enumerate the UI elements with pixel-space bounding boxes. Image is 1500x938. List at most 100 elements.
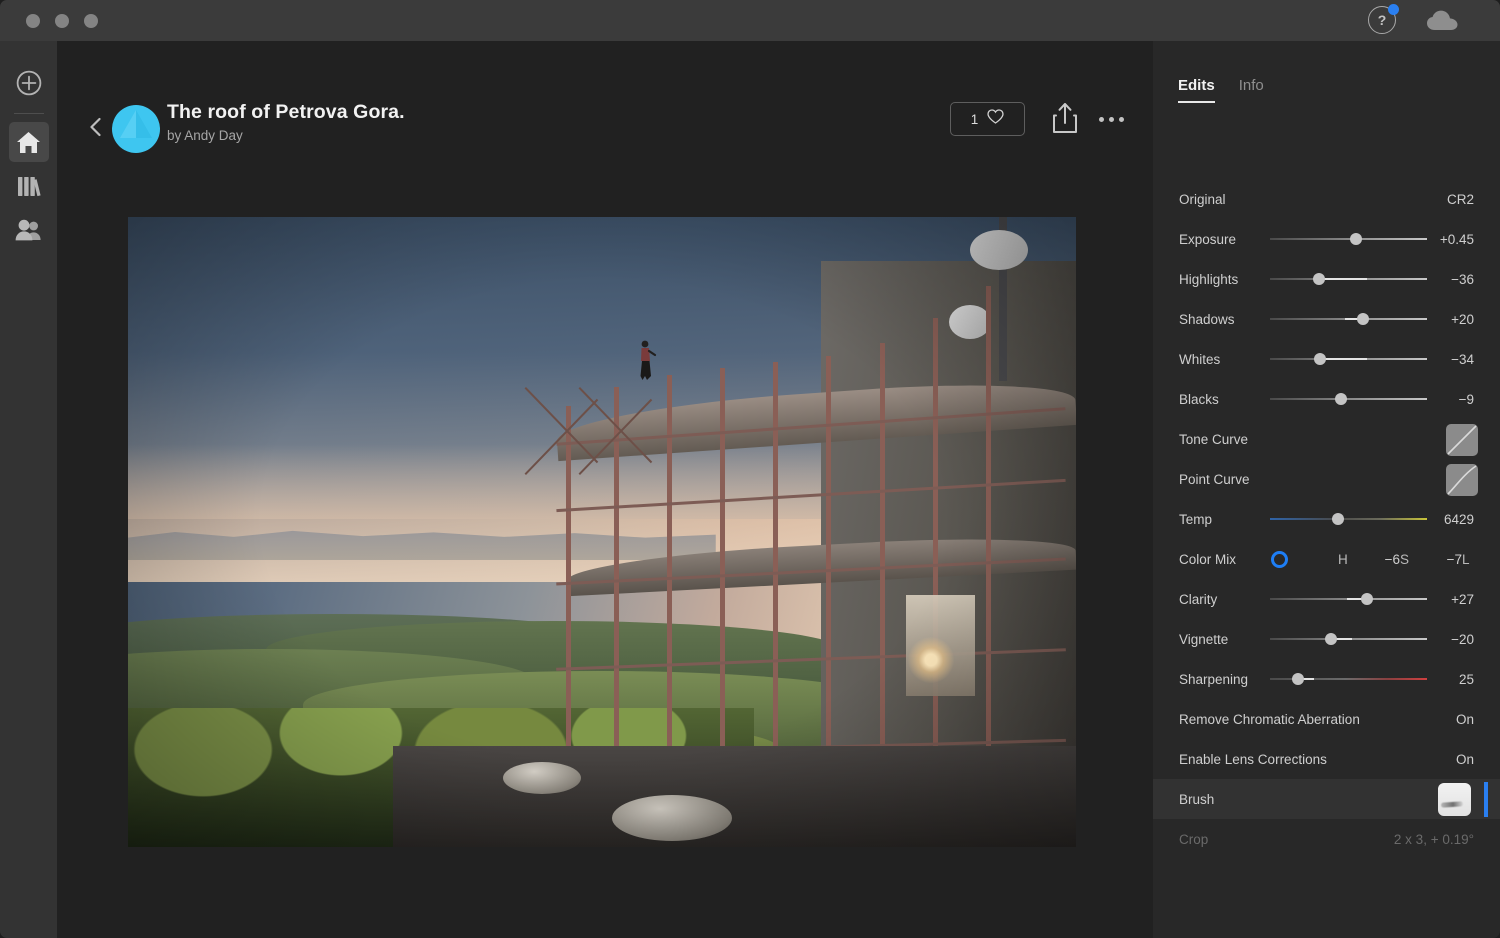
edit-row-shadows[interactable]: Shadows+20 <box>1153 299 1500 339</box>
edit-slider[interactable] <box>1270 632 1427 646</box>
close-button[interactable] <box>26 14 40 28</box>
roof-vent-1 <box>503 762 581 794</box>
edit-row-label: Clarity <box>1179 592 1217 607</box>
heart-icon <box>987 109 1004 129</box>
minimize-button[interactable] <box>55 14 69 28</box>
slider-track <box>1270 398 1427 400</box>
slider-thumb[interactable] <box>1350 233 1362 245</box>
hsl-values: H−6S−7L+10 <box>1338 552 1500 567</box>
brush-stroke-preview <box>1441 801 1463 808</box>
edit-row-value: 6429 <box>1444 512 1474 527</box>
person-silhouette <box>635 340 657 386</box>
plus-circle-icon <box>16 70 42 96</box>
edit-row-brush[interactable]: Brush <box>1153 779 1500 819</box>
edit-row-value: +0.45 <box>1440 232 1474 247</box>
edit-row-original[interactable]: Original CR2 <box>1153 179 1500 219</box>
edit-row-temp[interactable]: Temp6429 <box>1153 499 1500 539</box>
slider-track <box>1270 518 1427 520</box>
edit-row-point-curve[interactable]: Point Curve <box>1153 459 1500 499</box>
edit-slider[interactable] <box>1270 592 1427 606</box>
edit-row-value: 2 x 3, + 0.19° <box>1394 832 1474 847</box>
slider-thumb[interactable] <box>1313 273 1325 285</box>
slider-thumb[interactable] <box>1332 513 1344 525</box>
edit-slider[interactable] <box>1270 352 1427 366</box>
window-controls <box>26 14 98 28</box>
notification-dot <box>1388 4 1399 15</box>
slider-thumb[interactable] <box>1325 633 1337 645</box>
slider-thumb[interactable] <box>1361 593 1373 605</box>
hsl-value: −6 <box>1364 552 1400 567</box>
edit-row-color-mix[interactable]: Color MixH−6S−7L+10 <box>1153 539 1500 579</box>
edit-rows: OriginalCR2Exposure+0.45Highlights−36Sha… <box>1153 179 1500 859</box>
edit-row-label: Shadows <box>1179 312 1235 327</box>
edit-row-label: Point Curve <box>1179 472 1250 487</box>
edit-row-label: Brush <box>1179 792 1214 807</box>
edit-row-sharpening[interactable]: Sharpening25 <box>1153 659 1500 699</box>
point-curve-thumbnail[interactable] <box>1446 464 1478 496</box>
home-icon <box>16 131 41 154</box>
edit-slider[interactable] <box>1270 392 1427 406</box>
edit-slider[interactable] <box>1270 512 1427 526</box>
titlebar-actions: ? <box>1368 6 1460 36</box>
tone-curve-thumbnail[interactable] <box>1446 424 1478 456</box>
edit-row-remove-chromatic-aberration[interactable]: Remove Chromatic AberrationOn <box>1153 699 1500 739</box>
edit-row-crop[interactable]: Crop2 x 3, + 0.19° <box>1153 819 1500 859</box>
curve-glyph <box>1446 464 1478 496</box>
edit-row-value: −20 <box>1451 632 1474 647</box>
edit-panel: Edits Info Original CR2 Exposure +0.45 Highl… <box>1153 41 1500 938</box>
help-button[interactable]: ? <box>1368 6 1398 36</box>
tab-edits[interactable]: Edits <box>1178 77 1215 103</box>
sidebar-item-add-photos[interactable] <box>9 63 49 103</box>
photo-canvas[interactable] <box>128 217 1076 847</box>
edit-row-label: Whites <box>1179 352 1220 367</box>
selected-indicator <box>1484 782 1488 817</box>
more-options-button[interactable] <box>1099 117 1124 122</box>
people-icon <box>15 219 42 241</box>
edit-row-highlights[interactable]: Highlights−36 <box>1153 259 1500 299</box>
edit-slider[interactable] <box>1270 672 1427 686</box>
edit-row-label: Tone Curve <box>1179 432 1248 447</box>
edit-slider[interactable] <box>1270 232 1427 246</box>
edit-row-value: CR2 <box>1447 192 1474 207</box>
brush-thumbnail[interactable] <box>1438 783 1471 816</box>
back-button[interactable] <box>85 116 107 138</box>
more-dot-3 <box>1119 117 1124 122</box>
rooftop-floor <box>393 746 1076 847</box>
rail-divider <box>14 113 44 114</box>
photo-author: by Andy Day <box>167 128 243 143</box>
edit-slider[interactable] <box>1270 272 1427 286</box>
edit-row-whites[interactable]: Whites−34 <box>1153 339 1500 379</box>
hsl-key: S <box>1400 552 1426 567</box>
edit-slider[interactable] <box>1270 312 1427 326</box>
photo-header: The roof of Petrova Gora. by Andy Day 1 <box>57 41 1153 146</box>
sun-flare <box>908 637 954 683</box>
slider-thumb[interactable] <box>1335 393 1347 405</box>
author-avatar[interactable] <box>112 105 160 153</box>
color-mix-swatch[interactable] <box>1271 551 1288 568</box>
edit-row-label: Blacks <box>1179 392 1219 407</box>
slider-track <box>1270 238 1427 240</box>
like-button[interactable]: 1 <box>950 102 1025 136</box>
slider-thumb[interactable] <box>1314 353 1326 365</box>
edit-row-exposure[interactable]: Exposure +0.45 <box>1153 219 1500 259</box>
maximize-button[interactable] <box>84 14 98 28</box>
cloud-sync-icon[interactable] <box>1426 10 1460 32</box>
more-dot-2 <box>1109 117 1114 122</box>
tab-info[interactable]: Info <box>1239 77 1264 103</box>
sidebar-item-shared[interactable] <box>9 210 49 250</box>
edit-row-enable-lens-corrections[interactable]: Enable Lens CorrectionsOn <box>1153 739 1500 779</box>
slider-thumb[interactable] <box>1292 673 1304 685</box>
roof-vent-2 <box>612 795 732 841</box>
avatar-glyph <box>112 105 160 153</box>
sidebar-item-library[interactable] <box>9 166 49 206</box>
edit-row-label: Exposure <box>1179 232 1236 247</box>
share-button[interactable] <box>1050 101 1080 137</box>
slider-fill <box>1319 278 1368 280</box>
edit-row-vignette[interactable]: Vignette−20 <box>1153 619 1500 659</box>
edit-row-tone-curve[interactable]: Tone Curve <box>1153 419 1500 459</box>
sidebar-item-home[interactable] <box>9 122 49 162</box>
edit-row-clarity[interactable]: Clarity+27 <box>1153 579 1500 619</box>
edit-row-blacks[interactable]: Blacks−9 <box>1153 379 1500 419</box>
slider-thumb[interactable] <box>1357 313 1369 325</box>
edit-row-label: Original <box>1179 192 1226 207</box>
